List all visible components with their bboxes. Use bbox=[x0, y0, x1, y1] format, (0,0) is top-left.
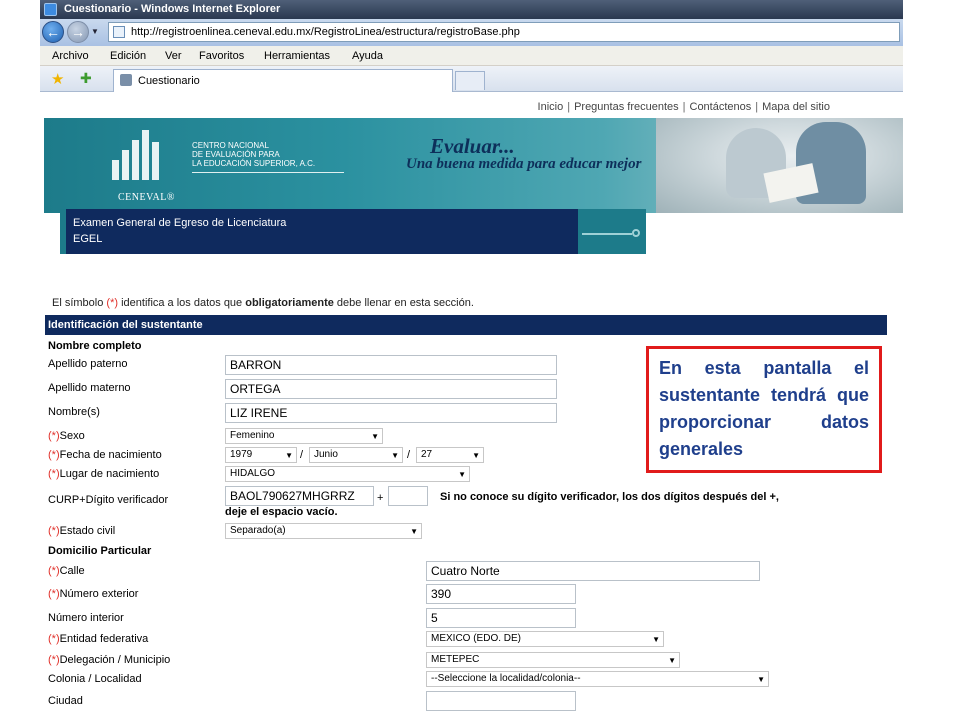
new-tab-button[interactable] bbox=[455, 71, 485, 90]
apellido-materno-input[interactable]: ORTEGA bbox=[225, 379, 557, 399]
link-preguntas-frecuentes[interactable]: Preguntas frecuentes bbox=[574, 101, 679, 113]
recent-pages-dropdown-icon[interactable]: ▼ bbox=[91, 27, 99, 36]
ciudad-input[interactable] bbox=[426, 691, 576, 711]
dia-nacimiento-select[interactable]: 27 ▼ bbox=[416, 447, 484, 463]
digito-verificador-input[interactable] bbox=[388, 486, 428, 506]
apellido-paterno-input[interactable]: BARRON bbox=[225, 355, 557, 375]
label-apellido-materno: Apellido materno bbox=[48, 382, 131, 394]
label-calle: (*)Calle bbox=[48, 565, 85, 577]
section-title: Identificación del sustentante bbox=[48, 319, 203, 331]
dropdown-arrow-icon: ▼ bbox=[757, 675, 765, 684]
menu-ayuda[interactable]: Ayuda bbox=[352, 50, 383, 62]
window-title-bar[interactable]: Cuestionario - Windows Internet Explorer bbox=[40, 0, 903, 19]
address-row: ← → ▼ http://registroenlinea.ceneval.edu… bbox=[40, 19, 903, 46]
header-photo bbox=[656, 118, 903, 213]
ceneval-logo-icon bbox=[106, 124, 164, 196]
sexo-select[interactable]: Femenino ▼ bbox=[225, 428, 383, 444]
back-button[interactable]: ← bbox=[42, 21, 64, 43]
dropdown-arrow-icon: ▼ bbox=[285, 451, 293, 460]
annotation-callout: En esta pantalla el sustentante tendrá q… bbox=[646, 346, 882, 473]
label-numero-exterior: (*)Número exterior bbox=[48, 588, 139, 600]
page-icon bbox=[113, 26, 125, 38]
dropdown-arrow-icon: ▼ bbox=[668, 656, 676, 665]
exam-title-box: Examen General de Egreso de Licenciatura… bbox=[66, 209, 578, 254]
link-mapa-del-sitio[interactable]: Mapa del sitio bbox=[762, 101, 830, 113]
favorites-star-icon[interactable]: ★ bbox=[51, 70, 64, 88]
label-ciudad: Ciudad bbox=[48, 695, 83, 707]
nombres-input[interactable]: LIZ IRENE bbox=[225, 403, 557, 423]
menu-ver[interactable]: Ver bbox=[165, 50, 182, 62]
menu-bar: Archivo Edición Ver Favoritos Herramient… bbox=[40, 46, 903, 66]
menu-favoritos[interactable]: Favoritos bbox=[199, 50, 244, 62]
label-numero-interior: Número interior bbox=[48, 612, 124, 624]
label-nombres: Nombre(s) bbox=[48, 406, 100, 418]
numero-exterior-input[interactable]: 390 bbox=[426, 584, 576, 604]
curp-note-line-2: deje el espacio vacío. bbox=[225, 506, 338, 518]
numero-interior-input[interactable]: 5 bbox=[426, 608, 576, 628]
page-tab-icon bbox=[120, 74, 132, 86]
dropdown-arrow-icon: ▼ bbox=[391, 451, 399, 460]
required-marker: (*) bbox=[106, 297, 119, 309]
label-apellido-paterno: Apellido paterno bbox=[48, 358, 128, 370]
curp-note-line-1: Si no conoce su dígito verificador, los … bbox=[440, 491, 779, 503]
delegacion-municipio-select[interactable]: METEPEC ▼ bbox=[426, 652, 680, 668]
window-title: Cuestionario - Windows Internet Explorer bbox=[64, 3, 281, 15]
menu-herramientas[interactable]: Herramientas bbox=[264, 50, 330, 62]
colonia-localidad-select[interactable]: --Seleccione la localidad/colonia-- ▼ bbox=[426, 671, 769, 687]
heading-domicilio: Domicilio Particular bbox=[48, 545, 152, 557]
menu-archivo[interactable]: Archivo bbox=[52, 50, 89, 62]
exam-code: EGEL bbox=[73, 233, 103, 245]
dropdown-arrow-icon: ▼ bbox=[652, 635, 660, 644]
section-header: Identificación del sustentante bbox=[45, 315, 887, 335]
decorative-circle-icon bbox=[632, 229, 640, 237]
estado-civil-select[interactable]: Separado(a) ▼ bbox=[225, 523, 422, 539]
header-banner: CENEVAL® CENTRO NACIONAL DE EVALUACIÓN P… bbox=[44, 118, 903, 213]
add-favorite-icon[interactable]: ✚ bbox=[80, 70, 92, 87]
label-curp: CURP+Dígito verificador bbox=[48, 494, 169, 506]
org-name: CENTRO NACIONAL DE EVALUACIÓN PARA LA ED… bbox=[192, 141, 316, 168]
exam-name: Examen General de Egreso de Licenciatura bbox=[73, 217, 287, 229]
tab-label: Cuestionario bbox=[138, 75, 200, 87]
tab-cuestionario[interactable]: Cuestionario bbox=[113, 69, 453, 92]
callout-text: En esta pantalla el sustentante tendrá q… bbox=[659, 358, 869, 459]
label-delegacion-municipio: (*)Delegación / Municipio bbox=[48, 654, 171, 666]
slogan-line-2: Una buena medida para educar mejor bbox=[406, 156, 642, 172]
anio-nacimiento-select[interactable]: 1979 ▼ bbox=[225, 447, 297, 463]
tab-bar: ★ ✚ Cuestionario bbox=[40, 66, 903, 92]
lugar-nacimiento-select[interactable]: HIDALGO ▼ bbox=[225, 466, 470, 482]
instructions-text: El símbolo (*) identifica a los datos qu… bbox=[52, 297, 474, 309]
label-sexo: (*)Sexo bbox=[48, 430, 85, 442]
link-inicio[interactable]: Inicio bbox=[538, 101, 564, 113]
dropdown-arrow-icon: ▼ bbox=[458, 470, 466, 479]
dropdown-arrow-icon: ▼ bbox=[371, 432, 379, 441]
address-url: http://registroenlinea.ceneval.edu.mx/Re… bbox=[131, 26, 520, 38]
address-bar[interactable]: http://registroenlinea.ceneval.edu.mx/Re… bbox=[108, 22, 900, 42]
curp-input[interactable]: BAOL790627MHGRRZ bbox=[225, 486, 374, 506]
org-underline bbox=[192, 172, 344, 173]
label-lugar-nacimiento: (*)Lugar de nacimiento bbox=[48, 468, 160, 480]
mes-nacimiento-select[interactable]: Junio ▼ bbox=[309, 447, 403, 463]
dropdown-arrow-icon: ▼ bbox=[410, 527, 418, 536]
entidad-federativa-select[interactable]: MEXICO (EDO. DE) ▼ bbox=[426, 631, 664, 647]
label-colonia-localidad: Colonia / Localidad bbox=[48, 673, 142, 685]
label-fecha-nacimiento: (*)Fecha de nacimiento bbox=[48, 449, 162, 461]
link-contactenos[interactable]: Contáctenos bbox=[690, 101, 752, 113]
forward-button[interactable]: → bbox=[67, 21, 89, 43]
calle-input[interactable]: Cuatro Norte bbox=[426, 561, 760, 581]
arrow-right-icon: → bbox=[71, 24, 85, 40]
dropdown-arrow-icon: ▼ bbox=[472, 451, 480, 460]
top-links: Inicio | Preguntas frecuentes | Contáctenos |… bbox=[537, 101, 830, 113]
ie-logo-icon bbox=[44, 3, 57, 16]
heading-nombre-completo: Nombre completo bbox=[48, 340, 142, 352]
label-entidad-federativa: (*)Entidad federativa bbox=[48, 633, 149, 645]
arrow-left-icon: ← bbox=[46, 24, 60, 40]
menu-edicion[interactable]: Edición bbox=[110, 50, 146, 62]
brand-name: CENEVAL® bbox=[118, 192, 175, 203]
label-estado-civil: (*)Estado civil bbox=[48, 525, 116, 537]
